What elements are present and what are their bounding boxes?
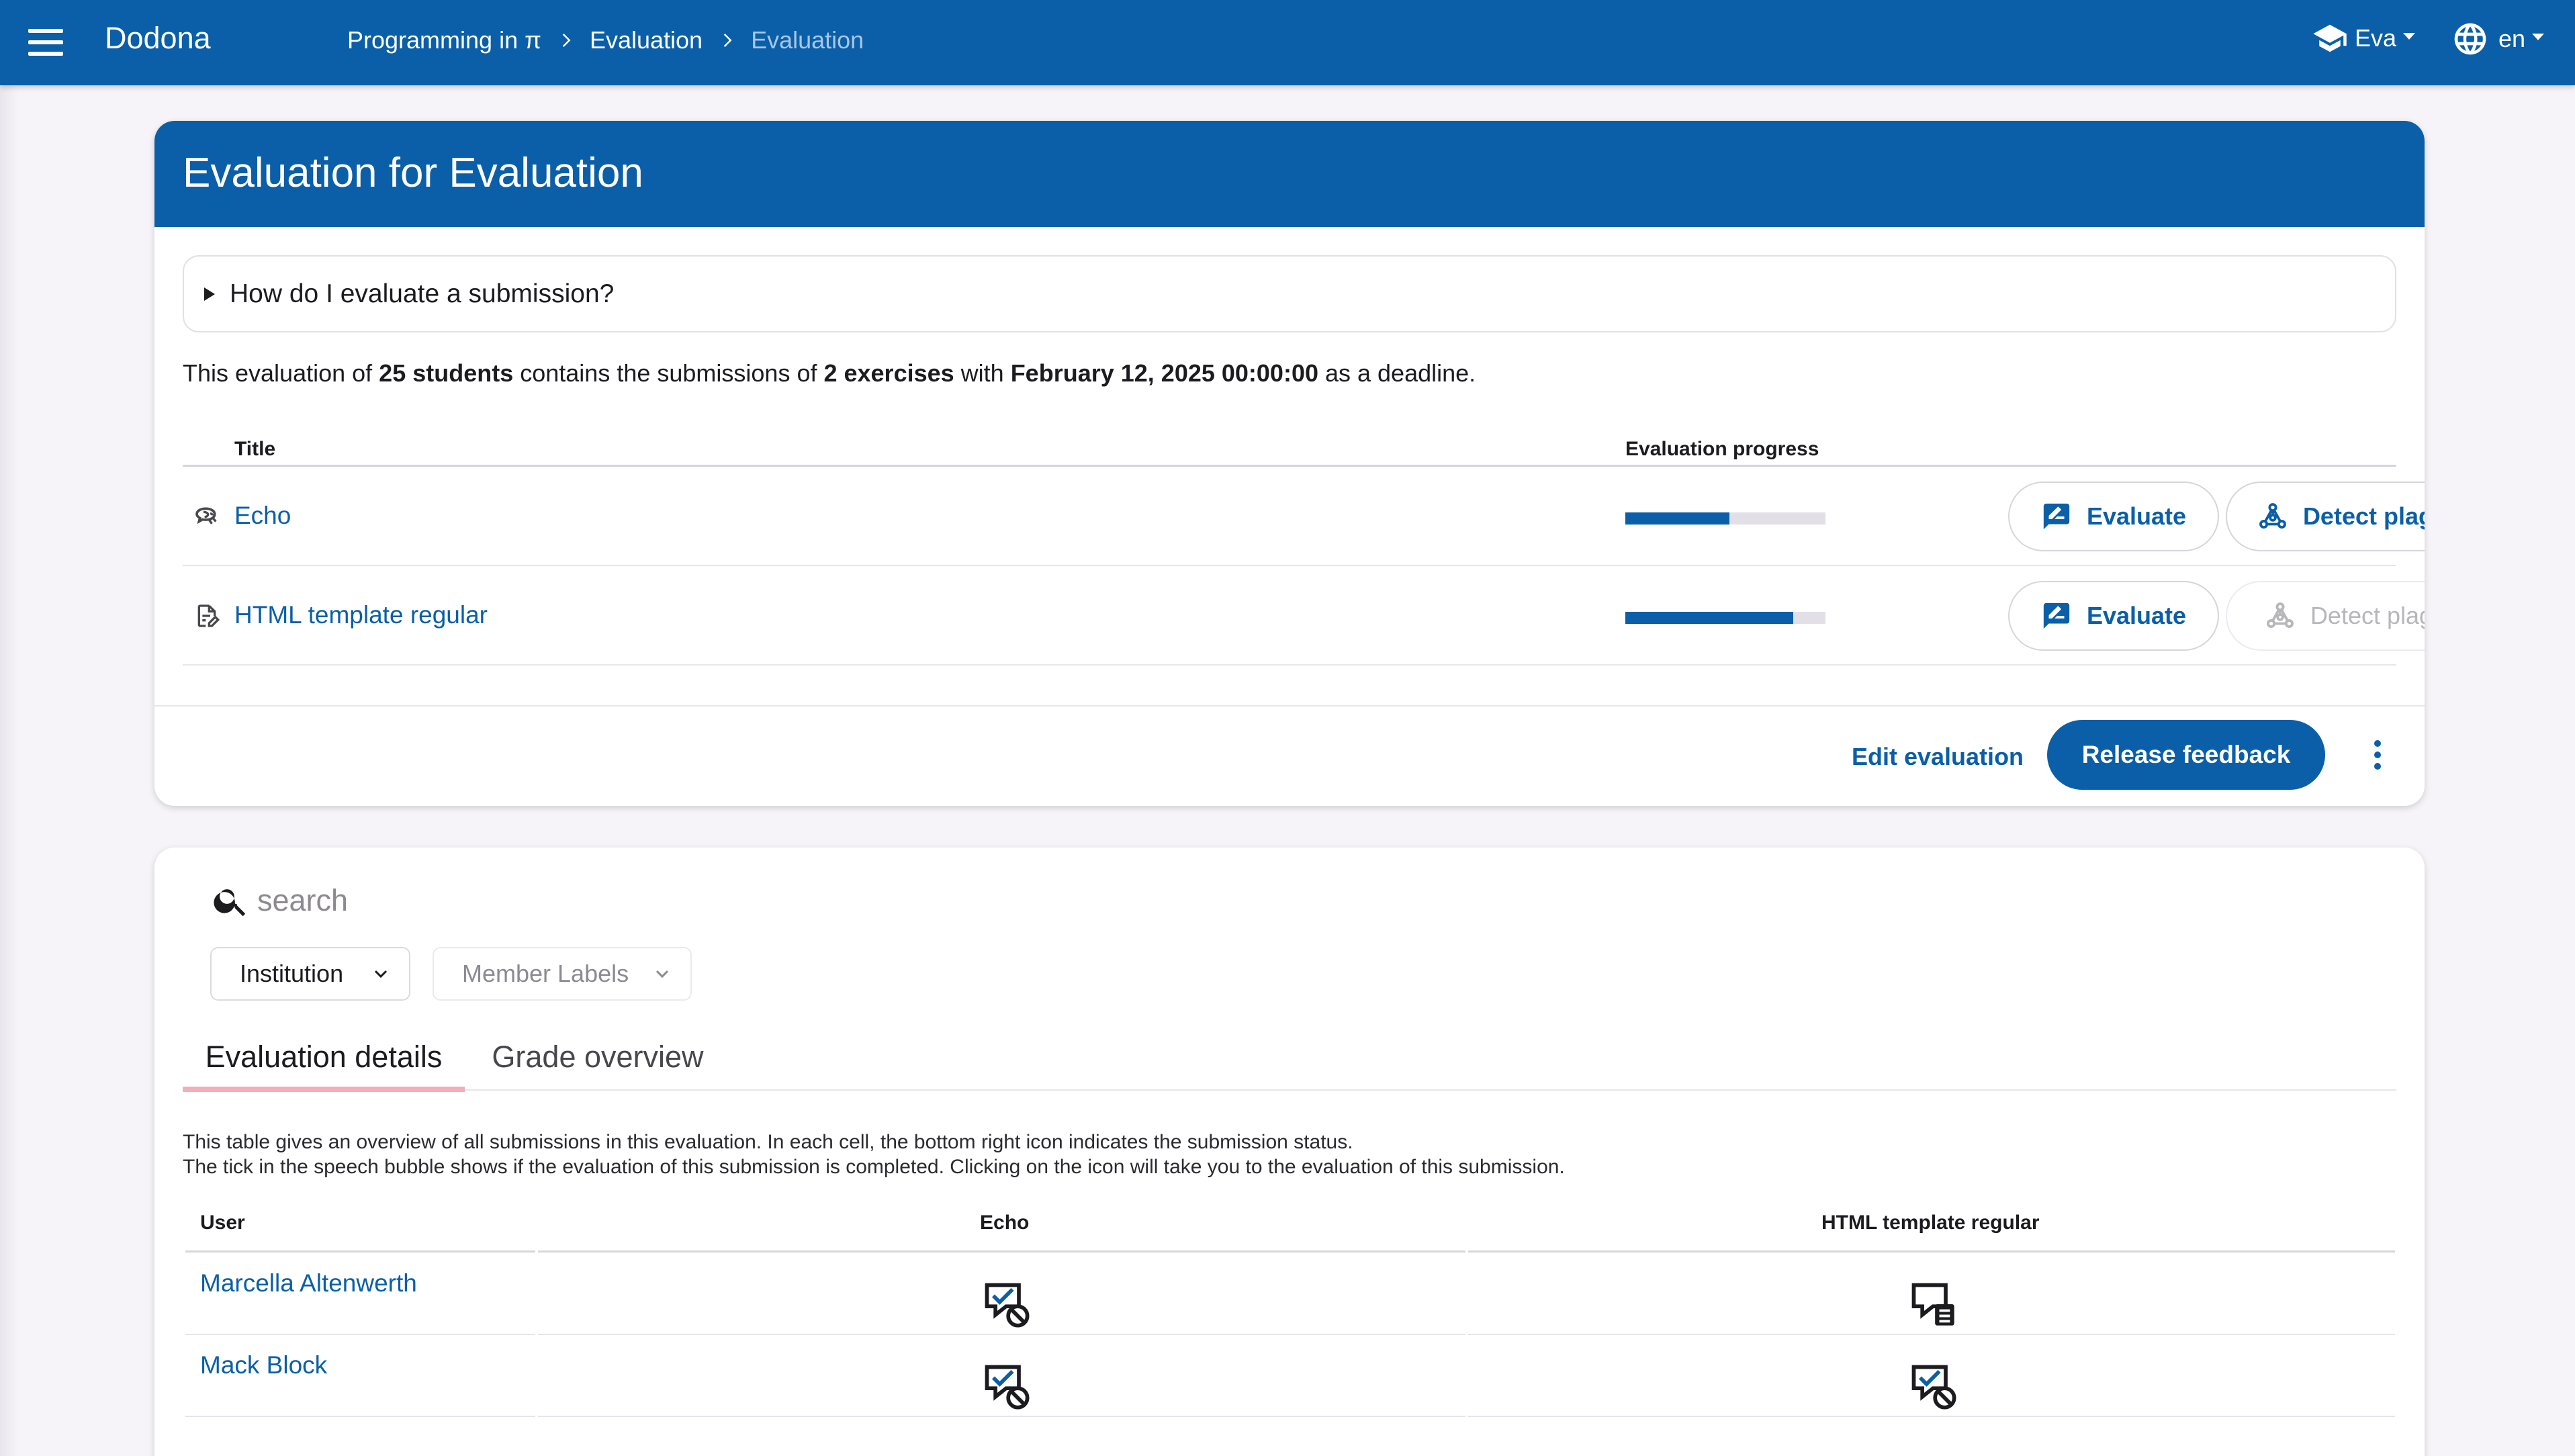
summary-exercise-count: 2 exercises <box>823 359 954 387</box>
chevron-right-icon <box>703 27 751 54</box>
breadcrumb-current: Evaluation <box>751 26 864 54</box>
summary-student-count: 25 students <box>379 359 514 387</box>
graph-network-icon <box>2259 503 2286 529</box>
summary-text: with <box>954 359 1011 387</box>
row-divider <box>185 1416 535 1417</box>
row-divider <box>538 1416 1465 1417</box>
filter-label: Member Labels <box>462 960 629 987</box>
summary-text: This evaluation of <box>183 359 379 387</box>
triangle-right-icon <box>204 287 215 301</box>
page-title: Evaluation for Evaluation <box>183 150 643 196</box>
evaluated-no-submission-icon[interactable] <box>981 1279 1032 1330</box>
search-bar <box>212 881 660 920</box>
exercise-table-header: Title Evaluation progress <box>183 430 2396 467</box>
help-details-label: How do I evaluate a submission? <box>230 279 615 308</box>
evaluation-progress-bar <box>1625 612 1825 624</box>
evaluated-no-submission-icon[interactable] <box>1907 1361 1958 1412</box>
user-link[interactable]: Marcella Altenwerth <box>200 1269 417 1298</box>
not-evaluated-wrong-icon[interactable] <box>1907 1279 1958 1330</box>
submissions-card: Institution Member Labels Evaluation det… <box>154 848 2425 1456</box>
submissions-table-header: User Echo HTML template regular <box>185 1212 2395 1253</box>
more-vert-icon[interactable] <box>2369 740 2386 772</box>
user-link[interactable]: Mack Block <box>200 1351 327 1379</box>
divider <box>154 705 2425 707</box>
hamburger-menu-icon[interactable] <box>28 29 63 56</box>
evaluate-label: Evaluate <box>2086 502 2187 530</box>
search-icon <box>214 889 246 917</box>
user-menu[interactable]: Eva <box>2310 20 2416 56</box>
exercise-echo-icon <box>195 507 217 525</box>
explanation-line: This table gives an overview of all subm… <box>183 1131 1353 1153</box>
exercise-row: HTML template regular Evaluate Detect pl… <box>183 566 2425 666</box>
header-underline <box>538 1250 1465 1253</box>
summary-text: contains the submissions of <box>513 359 824 387</box>
exercise-row: Echo Evaluate Detect plagiarism <box>183 467 2425 566</box>
table-explanation: This table gives an overview of all subm… <box>183 1130 1565 1179</box>
chevron-down-icon <box>656 970 669 979</box>
tab-bar: Evaluation details Grade overview <box>183 1023 2396 1092</box>
exercise-content-icon <box>197 604 220 627</box>
chevron-right-icon <box>541 27 590 54</box>
brand-logo[interactable]: Dodona <box>105 21 211 56</box>
member-labels-filter-button[interactable]: Member Labels <box>433 947 692 1001</box>
explanation-line: The tick in the speech bubble shows if t… <box>183 1156 1565 1178</box>
progress-fill <box>1625 512 1729 525</box>
evaluation-summary: This evaluation of 25 students contains … <box>183 359 1476 388</box>
header-underline <box>185 1250 535 1253</box>
table-row: Marcella Altenwerth <box>185 1253 2395 1335</box>
rate-review-icon <box>2043 602 2070 629</box>
language-code: en <box>2498 25 2526 52</box>
table-row: Mack Block <box>185 1335 2395 1417</box>
chevron-down-icon <box>374 970 388 979</box>
detect-plagiarism-button-disabled: Detect plagiarism <box>2226 581 2425 651</box>
header-underline <box>1468 1250 2395 1253</box>
evaluate-button[interactable]: Evaluate <box>2008 482 2219 551</box>
summary-text: as a deadline. <box>1318 359 1476 387</box>
page-edge-shadow <box>0 85 19 1456</box>
column-header-html-template: HTML template regular <box>1821 1212 2040 1234</box>
evaluate-label: Evaluate <box>2086 602 2187 629</box>
top-app-bar: Dodona Programming in π Evaluation Evalu… <box>0 0 2575 85</box>
caret-down-icon <box>2532 34 2545 40</box>
column-header-echo: Echo <box>980 1212 1030 1234</box>
language-menu[interactable]: en <box>2451 20 2545 58</box>
summary-deadline: February 12, 2025 00:00:00 <box>1010 359 1318 387</box>
globe-icon <box>2454 23 2486 55</box>
user-name: Eva <box>2355 24 2397 52</box>
search-input[interactable] <box>257 883 660 918</box>
exercise-link[interactable]: HTML template regular <box>234 601 488 629</box>
evaluation-progress-bar <box>1625 512 1825 525</box>
progress-fill <box>1625 612 1794 624</box>
column-header-progress: Evaluation progress <box>1625 438 1819 460</box>
release-feedback-button[interactable]: Release feedback <box>2047 720 2325 790</box>
detect-plagiarism-button[interactable]: Detect plagiarism <box>2226 482 2425 551</box>
help-details-toggle[interactable]: How do I evaluate a submission? <box>183 255 2396 332</box>
column-header-user: User <box>200 1212 245 1234</box>
detect-plagiarism-label: Detect plagiarism <box>2302 502 2425 530</box>
graph-network-icon <box>2267 602 2294 629</box>
caret-down-icon <box>2403 33 2416 40</box>
graduation-cap-icon <box>2313 24 2347 52</box>
breadcrumb-evaluation[interactable]: Evaluation <box>590 26 703 54</box>
breadcrumb-course[interactable]: Programming in π <box>347 26 541 54</box>
column-header-title: Title <box>234 438 276 460</box>
row-divider <box>1468 1416 2395 1417</box>
tab-evaluation-details[interactable]: Evaluation details <box>183 1023 465 1092</box>
evaluate-button[interactable]: Evaluate <box>2008 581 2219 651</box>
filter-label: Institution <box>240 960 344 987</box>
tab-grade-overview[interactable]: Grade overview <box>470 1023 725 1091</box>
evaluation-card-header: Evaluation for Evaluation <box>154 121 2425 227</box>
exercise-link[interactable]: Echo <box>234 502 291 530</box>
institution-filter-button[interactable]: Institution <box>210 947 410 1001</box>
evaluated-no-submission-icon[interactable] <box>981 1361 1032 1412</box>
rate-review-icon <box>2043 503 2070 530</box>
breadcrumb: Programming in π Evaluation Evaluation <box>347 26 864 54</box>
edit-evaluation-link[interactable]: Edit evaluation <box>1852 743 2024 771</box>
evaluation-card: Evaluation for Evaluation How do I evalu… <box>154 121 2425 806</box>
detect-plagiarism-label: Detect plagiarism <box>2310 602 2425 629</box>
